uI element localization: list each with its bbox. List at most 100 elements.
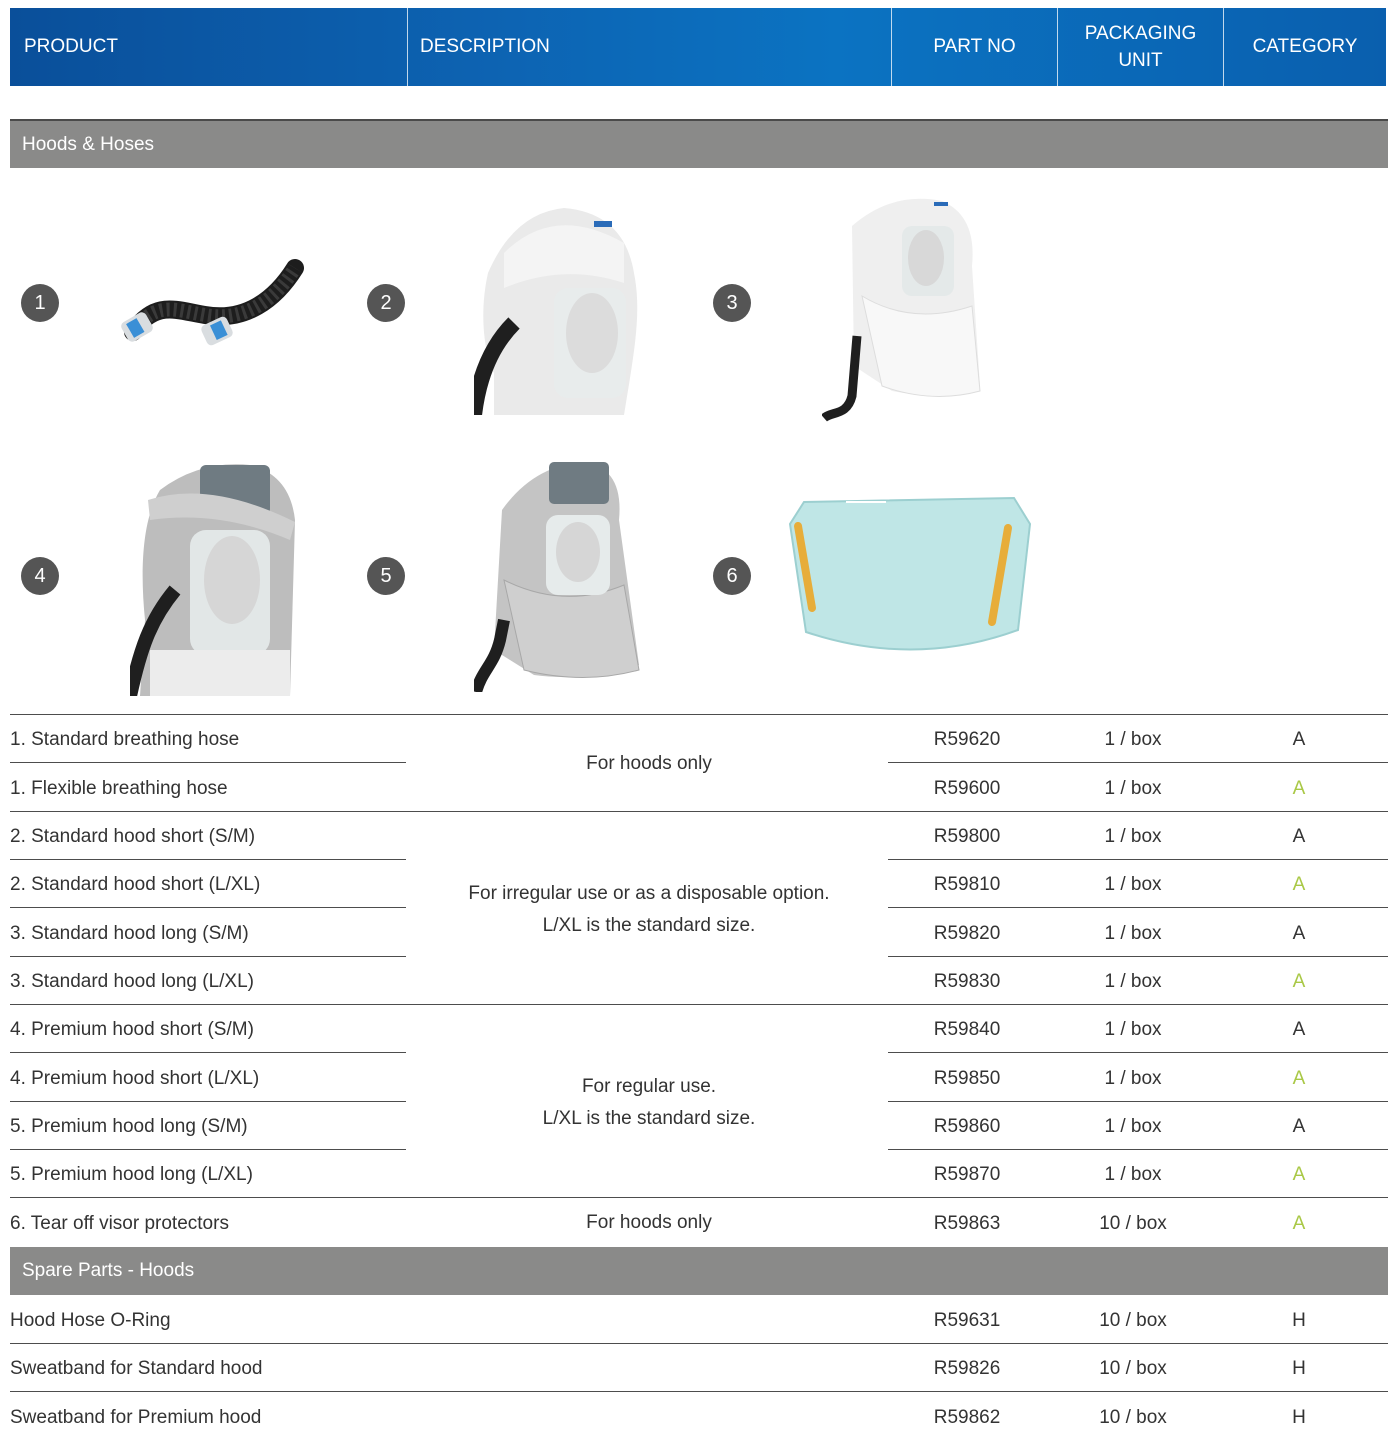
row-divider xyxy=(888,907,1388,908)
row-divider xyxy=(10,1101,406,1102)
packaging-unit: 1 / box xyxy=(1104,971,1162,992)
part-number: R59826 xyxy=(933,1358,1001,1379)
table-header: PRODUCT DESCRIPTION PART NO PACKAGING UN… xyxy=(10,8,1386,86)
product-name: 2. Standard hood short (S/M) xyxy=(10,826,256,847)
header-part-no: PART NO xyxy=(892,8,1058,86)
category-value: A xyxy=(1292,923,1306,944)
row-divider xyxy=(10,1391,1388,1392)
packaging-unit: 10 / box xyxy=(1099,1407,1167,1428)
packaging-unit: 1 / box xyxy=(1104,1019,1162,1040)
header-category: CATEGORY xyxy=(1252,36,1358,57)
description-hoses: For hoods only xyxy=(586,753,712,774)
packaging-unit: 10 / box xyxy=(1099,1310,1167,1331)
part-number: R59800 xyxy=(933,826,1001,847)
description-standard-line2: L/XL is the standard size. xyxy=(542,915,756,936)
premium-hood-long-icon xyxy=(474,462,640,692)
row-divider xyxy=(10,811,1388,812)
product-name: 5. Premium hood long (S/M) xyxy=(10,1116,248,1137)
description-premium: For regular use. L/XL is the standard si… xyxy=(407,1071,891,1135)
description-standard: For irregular use or as a disposable opt… xyxy=(407,878,891,942)
row-divider xyxy=(888,859,1388,860)
product-name: Sweatband for Standard hood xyxy=(10,1358,263,1379)
category-value: A xyxy=(1292,1019,1306,1040)
section-spare-parts: Spare Parts - Hoods xyxy=(10,1247,1388,1295)
category-value: H xyxy=(1292,1407,1306,1428)
row-divider xyxy=(888,1149,1388,1150)
part-number: R59870 xyxy=(933,1164,1001,1185)
product-number-badge: 2 xyxy=(367,284,405,322)
part-number: R59600 xyxy=(933,778,1001,799)
row-divider xyxy=(10,1052,406,1053)
part-number: R59620 xyxy=(933,729,1001,750)
row-divider xyxy=(10,859,406,860)
row-divider xyxy=(888,1052,1388,1053)
packaging-unit: 1 / box xyxy=(1104,874,1162,895)
part-number: R59863 xyxy=(933,1213,1001,1234)
product-name: 1. Flexible breathing hose xyxy=(10,778,228,799)
part-number: R59810 xyxy=(933,874,1001,895)
product-number-badge: 6 xyxy=(713,557,751,595)
row-divider xyxy=(10,762,406,763)
packaging-unit: 10 / box xyxy=(1099,1213,1167,1234)
packaging-unit: 1 / box xyxy=(1104,729,1162,750)
product-name: Sweatband for Premium hood xyxy=(10,1407,262,1428)
category-value: A xyxy=(1292,971,1306,992)
packaging-unit: 1 / box xyxy=(1104,1068,1162,1089)
packaging-unit: 10 / box xyxy=(1099,1358,1167,1379)
packaging-unit: 1 / box xyxy=(1104,1116,1162,1137)
category-value: A xyxy=(1292,874,1306,895)
category-value: A xyxy=(1292,1164,1306,1185)
part-number: R59631 xyxy=(933,1310,1001,1331)
product-number-badge: 5 xyxy=(367,557,405,595)
row-divider xyxy=(888,762,1388,763)
row-divider xyxy=(888,1101,1388,1102)
product-name: 4. Premium hood short (L/XL) xyxy=(10,1068,260,1089)
packaging-unit: 1 / box xyxy=(1104,1164,1162,1185)
part-number: R59820 xyxy=(933,923,1001,944)
category-value: A xyxy=(1292,1116,1306,1137)
row-divider xyxy=(10,956,406,957)
category-value: A xyxy=(1292,1213,1306,1234)
header-product: PRODUCT xyxy=(10,8,408,86)
product-name: 5. Premium hood long (L/XL) xyxy=(10,1164,253,1185)
category-value: A xyxy=(1292,826,1306,847)
category-value: A xyxy=(1292,729,1306,750)
packaging-unit: 1 / box xyxy=(1104,923,1162,944)
category-value: A xyxy=(1292,778,1306,799)
product-name: 2. Standard hood short (L/XL) xyxy=(10,874,261,895)
header-packaging-line2: UNIT xyxy=(1118,50,1163,71)
product-name: 6. Tear off visor protectors xyxy=(10,1213,229,1234)
standard-hood-short-icon xyxy=(474,208,638,415)
breathing-hose-icon xyxy=(121,259,304,346)
product-name: Hood Hose O-Ring xyxy=(10,1310,171,1331)
premium-hood-short-icon xyxy=(130,464,295,696)
product-number-badge: 1 xyxy=(21,284,59,322)
product-number-badge: 4 xyxy=(21,557,59,595)
row-divider xyxy=(10,907,406,908)
row-divider xyxy=(10,1343,1388,1344)
row-divider xyxy=(10,1004,1388,1005)
product-name: 3. Standard hood long (L/XL) xyxy=(10,971,255,992)
part-number: R59840 xyxy=(933,1019,1001,1040)
part-number: R59850 xyxy=(933,1068,1001,1089)
row-divider xyxy=(10,714,1388,715)
section-hoods-hoses: Hoods & Hoses xyxy=(10,119,1388,168)
header-description: DESCRIPTION xyxy=(408,8,892,86)
category-value: A xyxy=(1292,1068,1306,1089)
product-number-badge: 3 xyxy=(713,284,751,322)
packaging-unit: 1 / box xyxy=(1104,778,1162,799)
product-name: 4. Premium hood short (S/M) xyxy=(10,1019,254,1040)
description-standard-line1: For irregular use or as a disposable opt… xyxy=(468,883,830,904)
description-premium-line1: For regular use. xyxy=(581,1076,717,1097)
row-divider xyxy=(10,1197,1388,1198)
part-number: R59830 xyxy=(933,971,1001,992)
product-name: 3. Standard hood long (S/M) xyxy=(10,923,249,944)
header-packaging-line1: PACKAGING xyxy=(1084,23,1197,44)
part-number: R59860 xyxy=(933,1116,1001,1137)
visor-protector-icon xyxy=(788,496,1032,651)
part-number: R59862 xyxy=(933,1407,1001,1428)
header-packaging-unit: PACKAGING UNIT xyxy=(1058,8,1224,86)
product-name: 1. Standard breathing hose xyxy=(10,729,240,750)
standard-hood-long-icon xyxy=(822,198,981,422)
row-divider xyxy=(10,1149,406,1150)
